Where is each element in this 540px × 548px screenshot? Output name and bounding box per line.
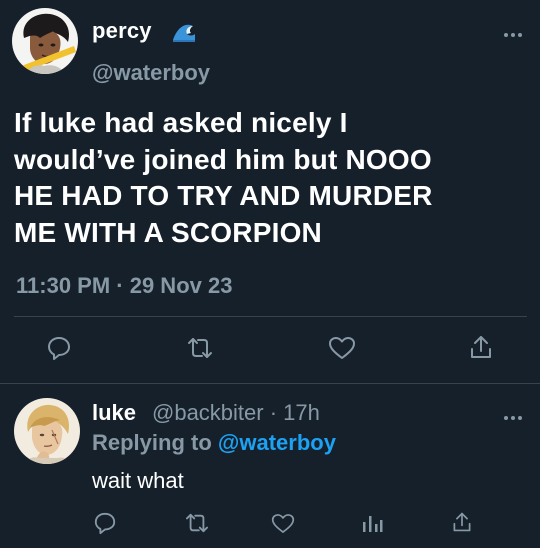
tweet-text-line: HE HAD TO TRY AND MURDER [14, 180, 433, 211]
main-tweet: percy @waterboy If luke had asked nicely… [0, 0, 540, 383]
replying-to: Replying to @waterboy [92, 430, 336, 456]
handle-and-time[interactable]: @backbiter · 17h [152, 400, 320, 426]
retweet-icon[interactable] [184, 512, 210, 534]
like-icon[interactable] [271, 513, 295, 534]
user-handle[interactable]: @waterboy [92, 60, 210, 86]
replying-prefix: Replying to [92, 430, 212, 455]
display-name[interactable]: percy [92, 18, 152, 44]
display-name[interactable]: luke [92, 400, 136, 426]
analytics-icon[interactable] [361, 512, 383, 534]
reply-icon[interactable] [46, 335, 72, 361]
divider [0, 383, 540, 384]
tweet-text: If luke had asked nicely I would’ve join… [14, 105, 529, 251]
avatar-percy[interactable] [12, 8, 78, 74]
tweet-text-line: If luke had asked nicely I [14, 107, 348, 138]
share-icon[interactable] [451, 510, 473, 534]
wave-emoji-icon [171, 18, 197, 44]
retweet-icon[interactable] [186, 336, 214, 360]
divider [14, 316, 527, 317]
reply-text: wait what [92, 468, 184, 493]
mention-link[interactable]: @waterboy [218, 430, 336, 455]
more-options-icon[interactable] [503, 26, 523, 37]
more-options-icon[interactable] [503, 409, 523, 420]
reply-icon[interactable] [93, 511, 117, 535]
tweet-text-line: would’ve joined him but NOOO [14, 143, 432, 175]
like-icon[interactable] [328, 336, 356, 360]
avatar-luke[interactable] [14, 398, 80, 464]
timestamp[interactable]: 11:30 PM · 29 Nov 23 [16, 273, 232, 299]
share-icon[interactable] [468, 334, 494, 360]
tweet-text-line: ME WITH A SCORPION [14, 216, 322, 248]
